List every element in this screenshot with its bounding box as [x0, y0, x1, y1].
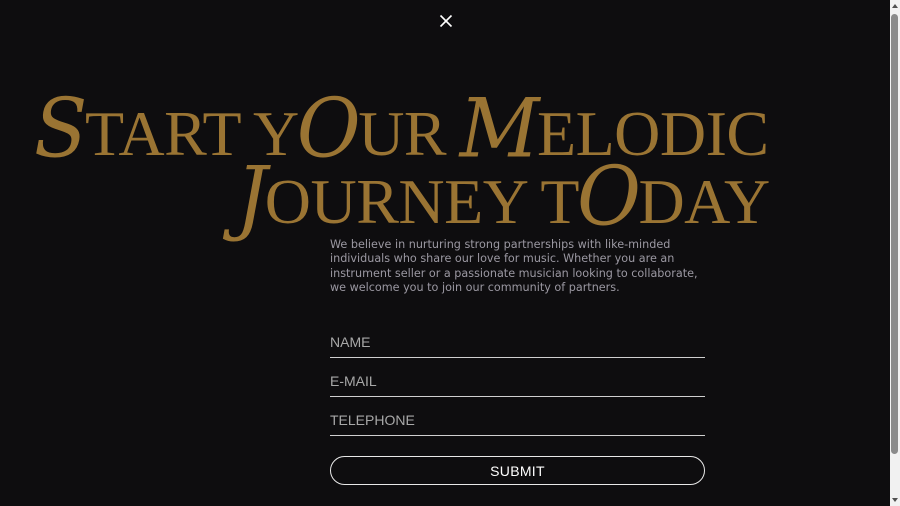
- submit-button[interactable]: SUBMIT: [330, 456, 705, 485]
- headline-text: OURNEY T: [264, 166, 580, 237]
- swash-letter: O: [577, 149, 641, 245]
- headline-line-1: START YOUR MELODIC: [34, 81, 769, 177]
- intro-paragraph: We believe in nurturing strong partnersh…: [330, 238, 698, 294]
- scroll-thumb[interactable]: [891, 14, 898, 454]
- scroll-down-icon[interactable]: [892, 498, 898, 502]
- name-field[interactable]: [330, 326, 705, 358]
- swash-letter: S: [34, 81, 87, 177]
- headline-line-2: JOURNEY TODAY: [236, 149, 770, 245]
- email-field[interactable]: [330, 365, 705, 397]
- scrollbar[interactable]: [890, 0, 900, 506]
- page-title: START YOUR MELODIC JOURNEY TODAY: [0, 0, 890, 240]
- headline-text: DAY: [638, 166, 770, 237]
- scroll-up-icon[interactable]: [892, 4, 898, 8]
- swash-letter: J: [236, 149, 267, 245]
- telephone-field[interactable]: [330, 404, 705, 436]
- modal-overlay: START YOUR MELODIC JOURNEY TODAY We beli…: [0, 0, 890, 506]
